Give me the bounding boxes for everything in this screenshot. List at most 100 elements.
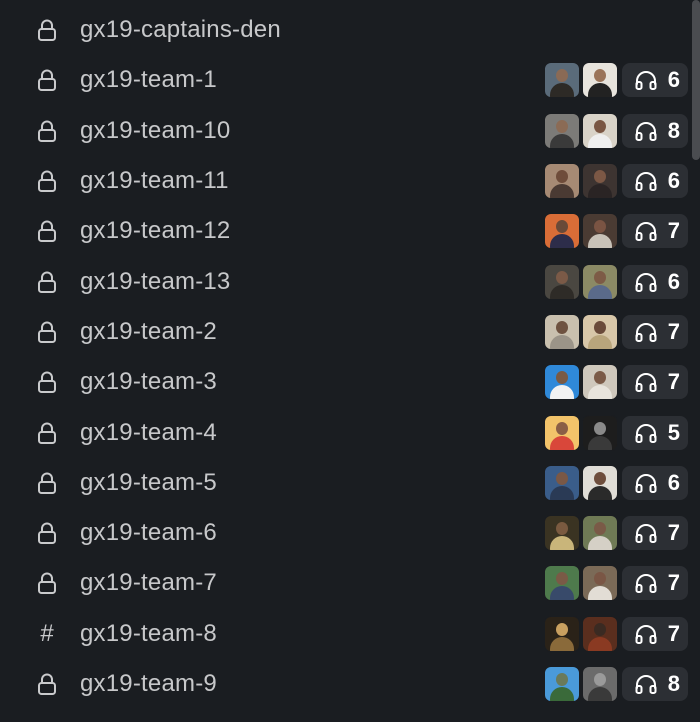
headphones-icon: [634, 371, 658, 393]
avatar: [582, 364, 618, 401]
avatar: [582, 615, 618, 652]
channel-name: gx19-team-6: [80, 519, 217, 547]
huddle-indicator[interactable]: 7: [544, 515, 688, 552]
huddle-indicator[interactable]: 6: [544, 62, 688, 99]
avatar: [544, 112, 580, 149]
avatar: [544, 615, 580, 652]
participant-count: 5: [667, 419, 680, 445]
participant-count: 6: [667, 469, 680, 495]
huddle-indicator[interactable]: 7: [544, 565, 688, 602]
headphones-icon: [634, 522, 658, 544]
channel-name: gx19-team-8: [80, 619, 217, 647]
channel-row[interactable]: gx19-team-11 6: [0, 156, 700, 206]
huddle-indicator[interactable]: 7: [544, 313, 688, 350]
avatar: [544, 464, 580, 501]
channel-name: gx19-team-5: [80, 468, 217, 496]
channel-row[interactable]: gx19-team-5 6: [0, 458, 700, 508]
huddle-count-pill[interactable]: 6: [622, 164, 688, 199]
huddle-count-pill[interactable]: 5: [622, 415, 688, 450]
huddle-count-pill[interactable]: 7: [622, 516, 688, 551]
huddle-indicator[interactable]: 7: [544, 213, 688, 250]
participant-count: 6: [667, 168, 680, 194]
scrollbar[interactable]: [692, 0, 700, 160]
channel-name: gx19-team-2: [80, 317, 217, 345]
huddle-indicator[interactable]: 6: [544, 464, 688, 501]
headphones-icon: [634, 120, 658, 142]
participant-count: 7: [667, 570, 680, 596]
channel-row[interactable]: gx19-team-9 8: [0, 659, 700, 709]
avatar: [582, 213, 618, 250]
headphones-icon: [634, 422, 658, 444]
huddle-indicator[interactable]: 7: [544, 364, 688, 401]
channel-name: gx19-captains-den: [80, 16, 281, 44]
headphones-icon: [634, 572, 658, 594]
lock-icon: [36, 472, 58, 494]
channel-row[interactable]: gx19-captains-den: [0, 5, 700, 55]
headphones-icon: [634, 271, 658, 293]
huddle-count-pill[interactable]: 7: [622, 365, 688, 400]
channel-row[interactable]: gx19-team-13 6: [0, 256, 700, 306]
channel-name: gx19-team-3: [80, 368, 217, 396]
channel-name: gx19-team-13: [80, 267, 231, 295]
huddle-indicator[interactable]: 6: [544, 263, 688, 300]
huddle-count-pill[interactable]: 6: [622, 465, 688, 500]
lock-icon: [36, 371, 58, 394]
avatar: [582, 464, 618, 501]
headphones-icon: [634, 220, 658, 242]
participant-count: 6: [667, 268, 680, 294]
channel-row[interactable]: gx19-team-3 7: [0, 357, 700, 407]
avatar: [544, 364, 580, 401]
channel-name: gx19-team-7: [80, 569, 217, 597]
huddle-count-pill[interactable]: 7: [622, 214, 688, 249]
huddle-count-pill[interactable]: 6: [622, 63, 688, 98]
channel-row[interactable]: gx19-team-7 7: [0, 558, 700, 608]
huddle-count-pill[interactable]: 7: [622, 566, 688, 601]
lock-icon: [36, 572, 58, 595]
huddle-indicator[interactable]: 5: [544, 414, 688, 451]
headphones-icon: [634, 321, 658, 343]
lock-icon: [36, 220, 58, 243]
avatar: [544, 213, 580, 250]
huddle-count-pill[interactable]: 7: [622, 314, 688, 349]
huddle-indicator[interactable]: 8: [544, 112, 688, 149]
channel-row[interactable]: gx19-team-12 7: [0, 206, 700, 256]
avatar: [544, 263, 580, 300]
channel-row[interactable]: gx19-team-2 7: [0, 307, 700, 357]
huddle-count-pill[interactable]: 6: [622, 264, 688, 299]
avatar: [544, 163, 580, 200]
avatar: [544, 313, 580, 350]
channel-name: gx19-team-12: [80, 217, 231, 245]
lock-icon: [36, 170, 58, 193]
avatar: [582, 414, 618, 451]
hash-icon: #: [40, 619, 54, 647]
channel-row[interactable]: gx19-team-1 6: [0, 55, 700, 105]
huddle-count-pill[interactable]: 7: [622, 616, 688, 651]
huddle-count-pill[interactable]: 8: [622, 667, 688, 701]
avatar: [582, 112, 618, 149]
channel-row[interactable]: # gx19-team-8 7: [0, 609, 700, 659]
headphones-icon: [634, 170, 658, 192]
channel-row[interactable]: gx19-team-10 8: [0, 106, 700, 156]
huddle-count-pill[interactable]: 8: [622, 113, 688, 148]
participant-count: 8: [667, 671, 680, 696]
lock-icon: [36, 673, 58, 695]
huddle-indicator[interactable]: 8: [544, 666, 688, 702]
huddle-indicator[interactable]: 6: [544, 163, 688, 200]
lock-icon: [36, 69, 58, 92]
participant-count: 8: [667, 117, 680, 143]
avatar: [582, 515, 618, 552]
headphones-icon: [634, 69, 658, 91]
lock-icon: [36, 19, 58, 42]
avatar: [582, 313, 618, 350]
huddle-indicator[interactable]: 7: [544, 615, 688, 652]
channel-row[interactable]: gx19-team-6 7: [0, 508, 700, 558]
channel-row[interactable]: gx19-team-4 5: [0, 407, 700, 457]
lock-icon: [36, 321, 58, 343]
channel-name: gx19-team-10: [80, 116, 231, 144]
avatar: [582, 263, 618, 300]
channel-name: gx19-team-9: [80, 670, 217, 697]
headphones-icon: [634, 623, 658, 645]
channel-name: gx19-team-11: [80, 167, 229, 195]
participant-count: 7: [667, 369, 680, 395]
avatar: [544, 414, 580, 451]
